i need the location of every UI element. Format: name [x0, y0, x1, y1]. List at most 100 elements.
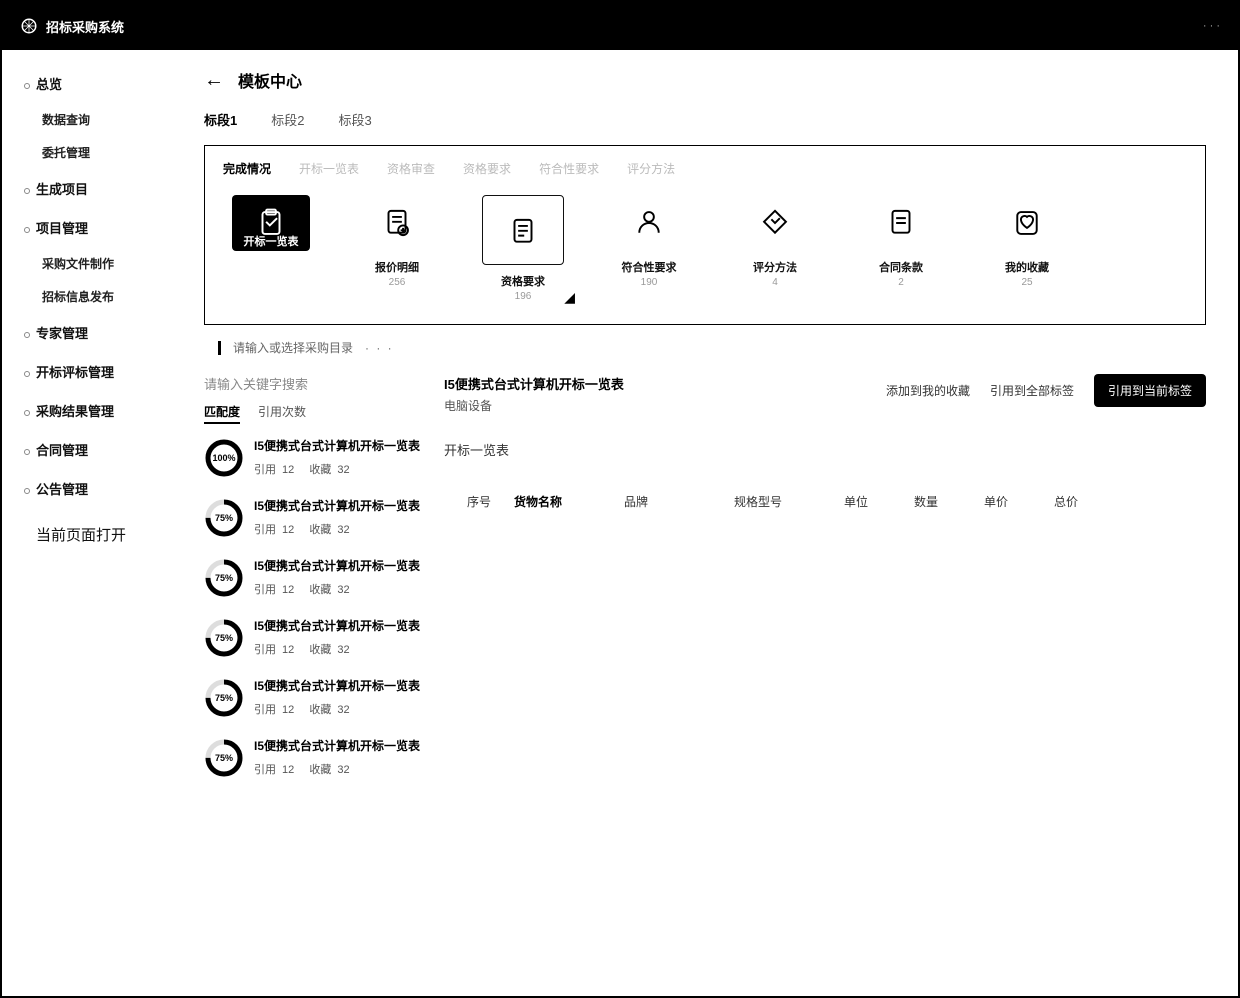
sidebar-item[interactable]: 采购文件制作 — [2, 247, 171, 280]
sidebar-item[interactable]: 合同管理 — [2, 430, 171, 469]
result-meta: 引用12 收藏32 — [254, 461, 420, 477]
results-column: 请输入关键字搜索 匹配度引用次数 100%I5便携式台式计算机开标一览表引用12… — [204, 374, 424, 798]
result-meta: 引用12 收藏32 — [254, 701, 420, 717]
sidebar-item[interactable]: 总览 — [2, 64, 171, 103]
ref-current-button[interactable]: 引用到当前标签 — [1094, 374, 1206, 407]
match-ring: 75% — [204, 678, 244, 718]
category-tab[interactable]: 评分方法 — [627, 160, 675, 177]
search-input[interactable]: 请输入关键字搜索 — [204, 374, 424, 393]
category-tab[interactable]: 完成情况 — [223, 160, 271, 177]
detail-column: I5便携式台式计算机开标一览表 电脑设备 添加到我的收藏 引用到全部标签 引用到… — [444, 374, 1206, 798]
tile-label: 开标一览表 — [223, 233, 319, 249]
sidebar-item[interactable]: 采购结果管理 — [2, 391, 171, 430]
tile-count: 4 — [727, 277, 823, 288]
table-column: 规格型号 — [734, 487, 844, 516]
bar-icon — [218, 341, 221, 355]
result-title: I5便携式台式计算机开标一览表 — [254, 438, 420, 455]
table-header: 序号货物名称品牌规格型号单位数量单价总价 — [444, 487, 1206, 516]
match-ring: 75% — [204, 558, 244, 598]
tile-count: 190 — [601, 277, 697, 288]
detail-sub: 电脑设备 — [444, 397, 886, 414]
top-tabs: 标段1 标段2 标段3 — [204, 110, 1206, 129]
catalog-hint[interactable]: 请输入或选择采购目录 — [233, 339, 353, 356]
sidebar-item[interactable]: 公告管理 — [2, 469, 171, 508]
table-column: 货物名称 — [514, 487, 624, 516]
catalog-row: 请输入或选择采购目录 · · · — [218, 339, 1206, 356]
detail-title: I5便携式台式计算机开标一览表 — [444, 374, 886, 393]
tile-label: 资格要求 — [475, 273, 571, 289]
page-title: 模板中心 — [238, 68, 302, 92]
result-item[interactable]: 75%I5便携式台式计算机开标一览表引用12 收藏32 — [204, 618, 424, 658]
result-item[interactable]: 75% I5便携式台式计算机开标一览表引用12 收藏32 — [204, 558, 424, 598]
brand: 招标采购系统 — [20, 17, 124, 36]
diamond-icon — [736, 195, 814, 251]
template-tile[interactable]: 我的收藏25 — [979, 195, 1075, 302]
sidebar-item[interactable]: 招标信息发布 — [2, 280, 171, 313]
sidebar-item[interactable]: 生成项目 — [2, 169, 171, 208]
sidebar-item[interactable]: 数据查询 — [2, 103, 171, 136]
sidebar-item[interactable]: 项目管理 — [2, 208, 171, 247]
tile-row: 开标一览表报价明细256资格要求196◢符合性要求190评分方法4合同条款2我的… — [223, 195, 1187, 302]
result-item[interactable]: 100%I5便携式台式计算机开标一览表引用12 收藏32 — [204, 438, 424, 478]
person-icon — [610, 195, 688, 251]
cursor-icon: ◢ — [564, 289, 575, 306]
detail-section: 开标一览表 — [444, 440, 1206, 459]
match-ring: 75% — [204, 498, 244, 538]
add-favorite-button[interactable]: 添加到我的收藏 — [886, 382, 970, 399]
doc-eq-icon — [862, 195, 940, 251]
result-item[interactable]: 75%I5便携式台式计算机开标一览表引用12 收藏32 — [204, 738, 424, 778]
tile-label: 我的收藏 — [979, 259, 1075, 275]
sidebar-item[interactable]: 专家管理 — [2, 313, 171, 352]
tile-label: 评分方法 — [727, 259, 823, 275]
table-column: 总价 — [1054, 487, 1124, 516]
brand-icon — [20, 17, 38, 35]
table-column: 品牌 — [624, 487, 734, 516]
category-tab[interactable]: 开标一览表 — [299, 160, 359, 177]
tile-label: 符合性要求 — [601, 259, 697, 275]
template-tile[interactable]: 开标一览表 — [223, 195, 319, 302]
result-item[interactable]: 75% I5便携式台式计算机开标一览表引用12 收藏32 — [204, 678, 424, 718]
result-title: I5便携式台式计算机开标一览表 — [254, 678, 420, 695]
tile-label: 报价明细 — [349, 259, 445, 275]
result-title: I5便携式台式计算机开标一览表 — [254, 498, 420, 515]
sort-tab[interactable]: 引用次数 — [258, 403, 306, 424]
open-hint: 当前页面打开 — [2, 508, 171, 545]
top-tab[interactable]: 标段1 — [204, 110, 237, 129]
doc-plus-icon — [358, 195, 436, 251]
main: ← 模板中心 标段1标段2标段3 完成情况开标一览表资格审查资格要求符合性要求评… — [172, 50, 1238, 998]
top-tab[interactable]: 标段2 — [271, 110, 304, 129]
table-column: 序号 — [444, 487, 514, 516]
template-tile[interactable]: 资格要求196◢ — [475, 195, 571, 302]
template-tile[interactable]: 符合性要求 190 — [601, 195, 697, 302]
doc-lines-icon — [482, 195, 564, 265]
template-tile[interactable]: 合同条款2 — [853, 195, 949, 302]
sidebar-item[interactable]: 开标评标管理 — [2, 352, 171, 391]
result-meta: 引用12 收藏32 — [254, 581, 420, 597]
top-tab[interactable]: 标段3 — [338, 110, 371, 129]
tile-count: 196 — [475, 291, 571, 302]
back-arrow-icon[interactable]: ← — [204, 69, 224, 92]
template-tile[interactable]: 报价明细 256 — [349, 195, 445, 302]
result-title: I5便携式台式计算机开标一览表 — [254, 618, 420, 635]
result-title: I5便携式台式计算机开标一览表 — [254, 738, 420, 755]
tile-label: 合同条款 — [853, 259, 949, 275]
ref-all-button[interactable]: 引用到全部标签 — [990, 382, 1074, 399]
sort-tab[interactable]: 匹配度 — [204, 403, 240, 424]
category-tab[interactable]: 资格要求 — [463, 160, 511, 177]
topbar-right: · · · — [1203, 20, 1220, 32]
template-tile[interactable]: 评分方法 4 — [727, 195, 823, 302]
result-item[interactable]: 75%I5便携式台式计算机开标一览表引用12 收藏32 — [204, 498, 424, 538]
template-card: 完成情况开标一览表资格审查资格要求符合性要求评分方法 开标一览表报价明细256资… — [204, 145, 1206, 325]
category-tab[interactable]: 资格审查 — [387, 160, 435, 177]
sidebar-item[interactable]: 委托管理 — [2, 136, 171, 169]
category-tab[interactable]: 符合性要求 — [539, 160, 599, 177]
tile-count: 256 — [349, 277, 445, 288]
category-row: 完成情况 开标一览表 资格审查 资格要求 符合性要求 评分方法 — [223, 160, 1187, 177]
dots-icon: · · · — [365, 341, 394, 355]
sort-tabs: 匹配度引用次数 — [204, 403, 424, 424]
topbar: 招标采购系统 · · · — [2, 2, 1238, 50]
table-column: 单价 — [984, 487, 1054, 516]
result-title: I5便携式台式计算机开标一览表 — [254, 558, 420, 575]
heart-icon — [988, 195, 1066, 251]
sidebar: 总览数据查询委托管理生成项目项目管理采购文件制作招标信息发布专家管理开标评标管理… — [2, 50, 172, 998]
